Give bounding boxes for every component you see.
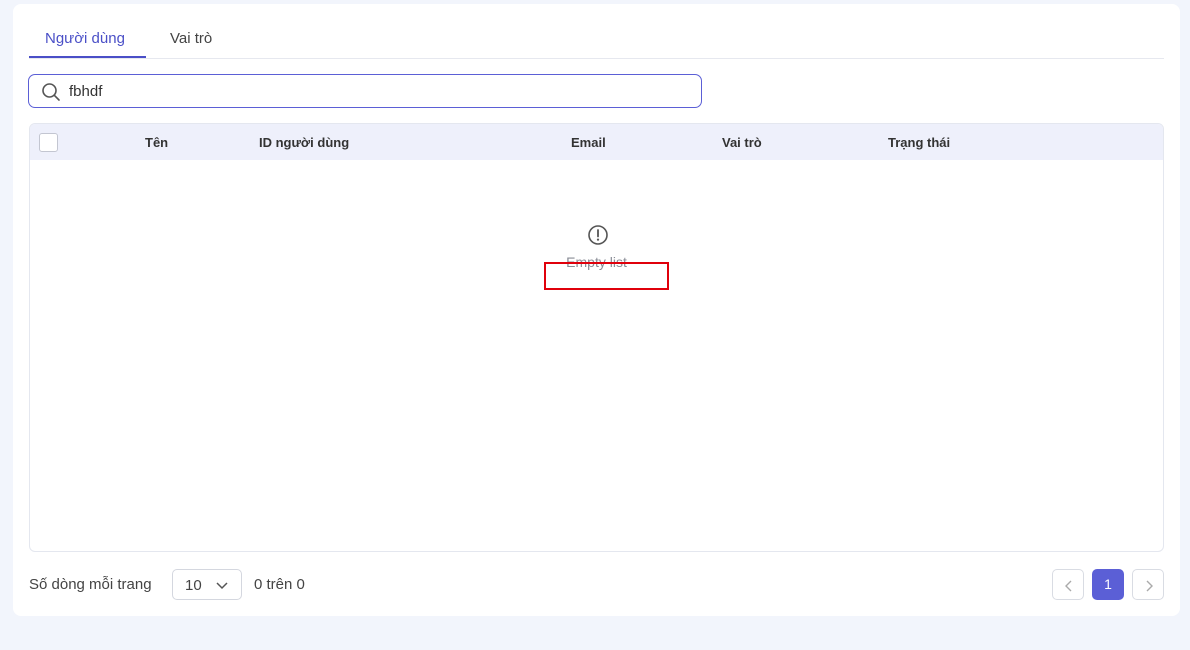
- column-header-user-id[interactable]: ID người dùng: [259, 135, 349, 150]
- highlight-box: [544, 262, 669, 290]
- alert-circle-icon: [587, 225, 608, 245]
- search-box[interactable]: [28, 74, 702, 108]
- pagination-range-text: 0 trên 0: [254, 576, 305, 593]
- tab-bar: Người dùng Vai trò: [29, 4, 1164, 59]
- chevron-left-icon: [1065, 580, 1072, 592]
- rows-per-page-select[interactable]: 10: [172, 569, 242, 600]
- column-header-status[interactable]: Trạng thái: [888, 135, 950, 150]
- chevron-right-icon: [1146, 580, 1153, 592]
- next-page-button[interactable]: [1132, 569, 1164, 600]
- search-icon: [42, 83, 60, 101]
- select-all-checkbox[interactable]: [39, 133, 58, 152]
- search-input[interactable]: [69, 81, 669, 101]
- rows-per-page-value: 10: [185, 577, 202, 594]
- user-management-card: Người dùng Vai trò Tên ID người dùng Ema…: [13, 4, 1180, 616]
- active-tab-indicator: [29, 56, 146, 58]
- column-header-email[interactable]: Email: [571, 135, 606, 150]
- column-header-name[interactable]: Tên: [145, 135, 168, 150]
- tab-users[interactable]: Người dùng: [45, 30, 125, 47]
- users-table: Tên ID người dùng Email Vai trò Trạng th…: [29, 123, 1164, 552]
- table-header: Tên ID người dùng Email Vai trò Trạng th…: [30, 124, 1163, 160]
- column-header-role[interactable]: Vai trò: [722, 135, 762, 150]
- previous-page-button[interactable]: [1052, 569, 1084, 600]
- tab-roles[interactable]: Vai trò: [170, 30, 212, 47]
- page-button-current[interactable]: 1: [1092, 569, 1124, 600]
- rows-per-page-label: Số dòng mỗi trang: [29, 576, 152, 593]
- chevron-down-icon: [216, 582, 228, 590]
